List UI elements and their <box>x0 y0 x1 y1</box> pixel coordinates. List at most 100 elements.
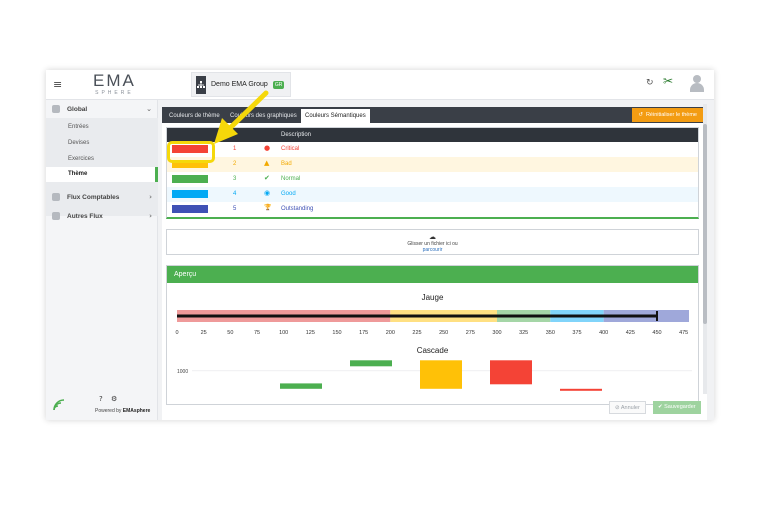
menu-icon[interactable]: ≡ <box>53 78 62 91</box>
sidebar-group-global[interactable]: Global ⌄ <box>46 101 158 117</box>
row-number: 5 <box>233 206 237 212</box>
color-swatch-normal[interactable] <box>172 175 208 183</box>
sidebar-group-label: Autres Flux <box>67 212 103 220</box>
grid-icon <box>52 212 60 220</box>
browse-link[interactable]: parcourir <box>167 247 698 253</box>
settings-icon[interactable]: ⚙ <box>111 395 117 403</box>
action-bar: ⊘ Annuler ✔ Sauvegarder <box>162 398 707 418</box>
gauge-tick-label: 350 <box>546 330 555 336</box>
sidebar-item-entrees[interactable]: Entrées <box>68 124 89 130</box>
save-button[interactable]: ✔ Sauvegarder <box>653 401 701 414</box>
gauge-chart-title: Jauge <box>421 293 444 302</box>
trophy-icon: 🏆 <box>264 204 272 211</box>
table-row: 5 🏆 Outstanding <box>167 202 698 217</box>
global-icon <box>52 105 60 113</box>
highlight-box <box>167 141 215 163</box>
logo-sub-text: SPHERE <box>95 90 134 96</box>
gauge-tick-label: 100 <box>279 330 288 336</box>
error-circle-icon: ● <box>264 144 271 152</box>
table-row: 3 ✔ Normal <box>167 172 698 187</box>
sidebar-group-flux-comptables[interactable]: Flux Comptables › <box>46 189 158 205</box>
row-description: Normal <box>281 176 301 182</box>
gauge-tick-label: 25 <box>201 330 207 336</box>
color-swatch-outstanding[interactable] <box>172 205 208 213</box>
avatar-head <box>693 75 701 83</box>
gauge-tick-label: 425 <box>626 330 635 336</box>
warning-triangle-icon: ▲ <box>264 159 270 167</box>
row-number: 2 <box>233 161 237 167</box>
check-icon: ✔ <box>264 174 270 182</box>
powered-by: Powered by EMAsphere <box>95 408 150 414</box>
row-description: Outstanding <box>281 206 314 212</box>
row-description: Critical <box>281 146 300 152</box>
refresh-icon[interactable]: ↻ <box>646 78 654 88</box>
reset-theme-button[interactable]: ↺ Réinitialiser le thème <box>632 108 703 122</box>
gauge-tick-label: 150 <box>332 330 341 336</box>
row-number: 4 <box>233 191 237 197</box>
gauge-tick-label: 450 <box>652 330 661 336</box>
chevron-right-icon: › <box>149 212 152 220</box>
gauge-tick-label: 275 <box>466 330 475 336</box>
cloud-upload-icon: ☁ <box>429 233 436 241</box>
cascade-bar-3 <box>490 360 532 385</box>
table-header: Description <box>167 128 698 142</box>
top-bar: ≡ EMA SPHERE Demo EMA Group GR ↻ ✂ <box>46 70 714 100</box>
gauge-value-bar <box>177 314 657 318</box>
cancel-label: Annuler <box>620 405 640 411</box>
scrollbar-thumb[interactable] <box>703 124 707 324</box>
powered-prefix: Powered by <box>95 408 122 414</box>
check-circle-icon: ◉ <box>264 189 271 197</box>
tab-couleurs-semantiques[interactable]: Couleurs Sémantiques <box>301 109 370 123</box>
tab-bar: Couleurs de thème Couleurs des graphique… <box>162 107 707 123</box>
gauge-tick-label: 125 <box>306 330 315 336</box>
grid-icon <box>52 193 60 201</box>
cascade-bar-2 <box>420 360 462 389</box>
footer-icons: ? ⚙ <box>99 395 117 403</box>
table-row: 1 ● Critical <box>167 142 698 157</box>
cascade-bar-4 <box>560 388 602 391</box>
chevron-down-icon: ⌄ <box>146 105 152 113</box>
cancel-button[interactable]: ⊘ Annuler <box>609 401 646 414</box>
row-number: 3 <box>233 176 237 182</box>
row-description: Good <box>281 191 296 197</box>
org-selector[interactable]: Demo EMA Group GR <box>191 72 292 97</box>
org-badge: GR <box>272 80 285 89</box>
table-row: 4 ◉ Good <box>167 187 698 202</box>
save-label: Sauvegarder <box>664 404 696 410</box>
tab-couleurs-theme[interactable]: Couleurs de thème <box>165 109 224 123</box>
reset-theme-label: Réinitialiser le thème <box>645 112 697 118</box>
sidebar-item-theme[interactable]: Thème <box>46 167 158 182</box>
main-scrollbar[interactable] <box>703 104 707 394</box>
gauge-value-marker <box>656 311 658 321</box>
tab-couleurs-graphiques[interactable]: Couleurs des graphiques <box>226 109 301 123</box>
gauge-tick-label: 200 <box>386 330 395 336</box>
gauge-tick-label: 175 <box>359 330 368 336</box>
row-number: 1 <box>233 146 237 152</box>
cascade-chart-title: Cascade <box>416 346 449 355</box>
gauge-tick-label: 75 <box>254 330 260 336</box>
sidebar-item-exercices[interactable]: Exercices <box>68 156 94 162</box>
preview-title: Aperçu <box>167 266 698 283</box>
main-content: Couleurs de thème Couleurs des graphique… <box>162 107 707 420</box>
sidebar-group-autres-flux[interactable]: Autres Flux › <box>46 208 158 224</box>
gauge-tick-label: 375 <box>572 330 581 336</box>
powered-brand: EMAsphere <box>122 408 151 414</box>
avatar-body <box>690 83 704 92</box>
tools-icon[interactable]: ✂ <box>663 74 679 90</box>
gauge-tick-label: 475 <box>679 330 688 336</box>
check-icon: ✔ <box>658 404 663 410</box>
cancel-icon: ⊘ <box>615 405 620 411</box>
user-avatar[interactable] <box>689 74 705 92</box>
color-swatch-good[interactable] <box>172 190 208 198</box>
ema-logo[interactable]: EMA SPHERE <box>93 72 136 97</box>
sidebar-item-devises[interactable]: Devises <box>68 140 89 146</box>
gauge-tick-label: 50 <box>227 330 233 336</box>
help-icon[interactable]: ? <box>99 395 103 403</box>
gauge-tick-label: 300 <box>492 330 501 336</box>
file-drop-zone[interactable]: ☁ Glisser un fichier ici ou parcourir <box>166 229 699 255</box>
semantic-colors-table: Description 1 ● Critical 2 ▲ Bad 3 ✔ Nor… <box>166 127 699 219</box>
gauge-tick-label: 400 <box>599 330 608 336</box>
sidebar-group-label: Flux Comptables <box>67 193 120 201</box>
reset-icon: ↺ <box>638 112 643 118</box>
gauge-tick-label: 325 <box>519 330 528 336</box>
